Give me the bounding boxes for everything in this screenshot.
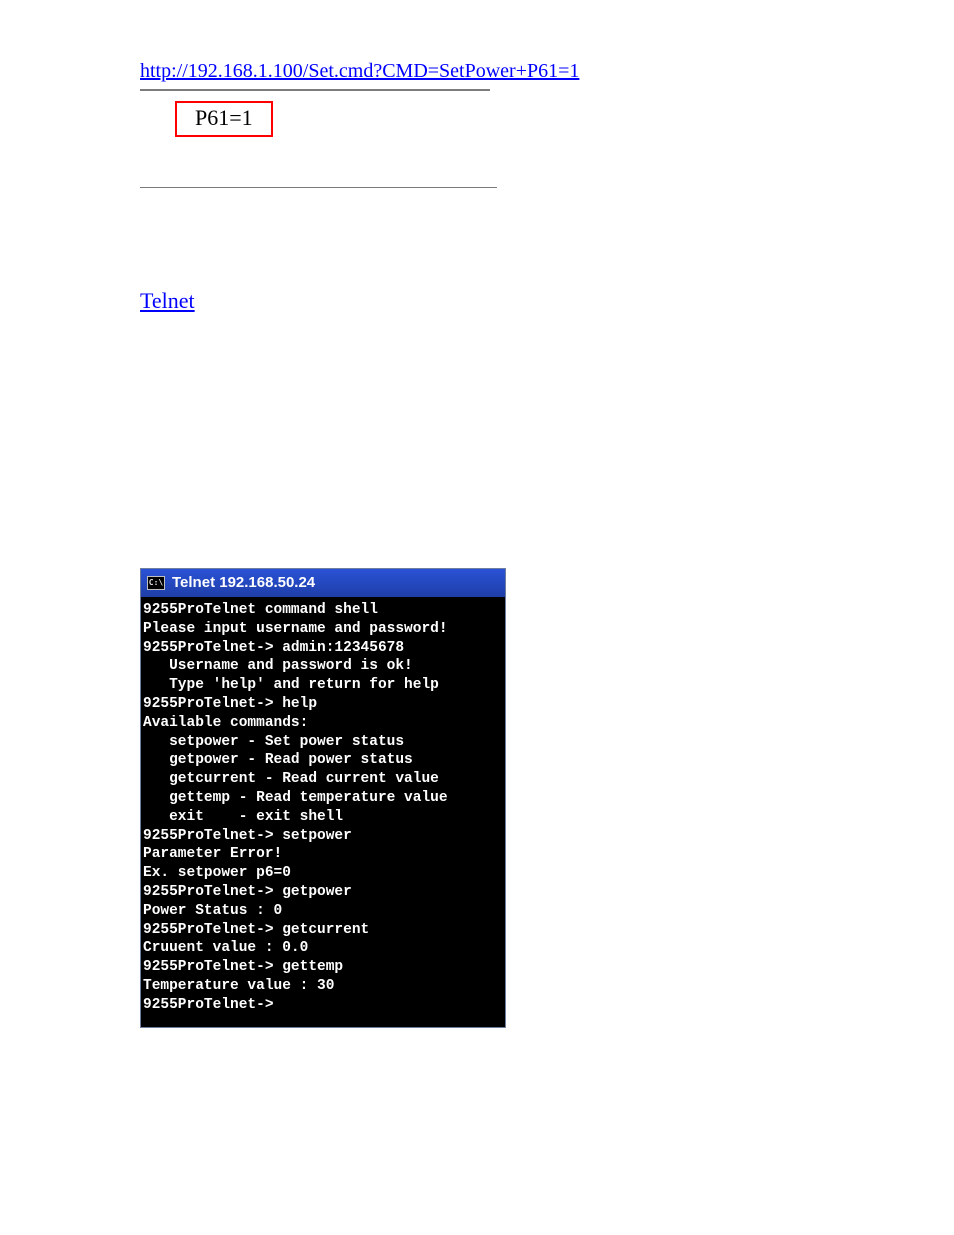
- underline-bar: [140, 89, 490, 91]
- telnet-window: C:\ Telnet 192.168.50.24 9255ProTelnet c…: [140, 568, 506, 1028]
- set-power-url-link[interactable]: http://192.168.1.100/Set.cmd?CMD=SetPowe…: [140, 60, 579, 83]
- telnet-output[interactable]: 9255ProTelnet command shell Please input…: [141, 597, 505, 1027]
- telnet-note: Note: For Telnet Control make sure that …: [140, 482, 814, 538]
- cmd-icon: C:\: [147, 576, 165, 590]
- telnet-sublink[interactable]: Telnet: [140, 288, 195, 314]
- parameter-box-text: P61=1: [195, 105, 253, 130]
- telnet-titlebar: C:\ Telnet 192.168.50.24: [141, 569, 505, 597]
- telnet-description: By using the Telnet function, it allows …: [140, 318, 814, 402]
- divider-bar: [140, 187, 497, 188]
- generic-url-pattern: XX.XXX.XX.XXX/ Set.cmd?CMD=SetPower+P61=…: [140, 147, 814, 175]
- parameter-box: P61=1: [175, 101, 273, 137]
- section-heading-telnet: 8. Telnet Control: [140, 248, 814, 276]
- telnet-title-text: Telnet 192.168.50.24: [172, 574, 315, 591]
- telnet-colon: :: [195, 291, 201, 313]
